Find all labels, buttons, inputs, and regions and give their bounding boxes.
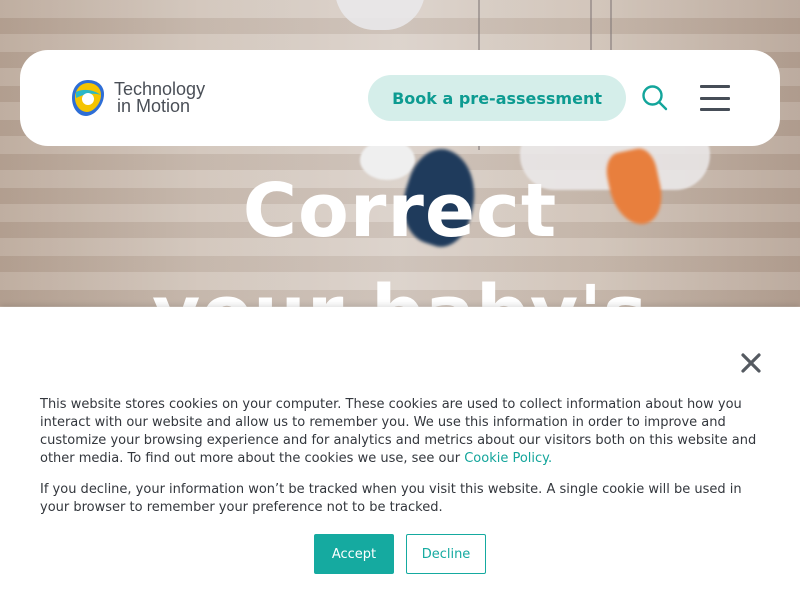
hamburger-menu-icon[interactable] xyxy=(700,85,730,111)
hero-headline: Correct your baby's xyxy=(0,160,800,320)
logo-line2: in Motion xyxy=(117,96,191,116)
site-logo[interactable]: Technology in Motion xyxy=(70,78,205,118)
cookie-policy-link[interactable]: Cookie Policy. xyxy=(464,451,552,466)
accept-cookies-button[interactable]: Accept xyxy=(314,534,394,574)
decline-cookies-button[interactable]: Decline xyxy=(406,534,486,574)
close-icon xyxy=(741,353,761,373)
menu-bar xyxy=(700,108,730,111)
menu-bar xyxy=(700,96,730,100)
book-pre-assessment-button[interactable]: Book a pre-assessment xyxy=(368,75,626,121)
logo-wordmark: Technology in Motion xyxy=(114,80,205,116)
logo-mark-icon xyxy=(72,80,104,116)
search-icon xyxy=(642,85,668,111)
site-header: Technology in Motion Book a pre-assessme… xyxy=(20,50,780,146)
hero-section: Correct your baby's xyxy=(0,0,800,320)
search-button[interactable] xyxy=(638,81,672,115)
hero-headline-line1: Correct xyxy=(242,168,558,254)
cookie-description-text: This website stores cookies on your comp… xyxy=(40,397,757,466)
close-cookie-banner-button[interactable] xyxy=(739,351,763,375)
cookie-description: This website stores cookies on your comp… xyxy=(40,396,760,468)
menu-bar xyxy=(700,85,730,88)
hero-mobile-cloud xyxy=(335,0,425,30)
cookie-decline-notice: If you decline, your information won’t b… xyxy=(40,482,742,515)
